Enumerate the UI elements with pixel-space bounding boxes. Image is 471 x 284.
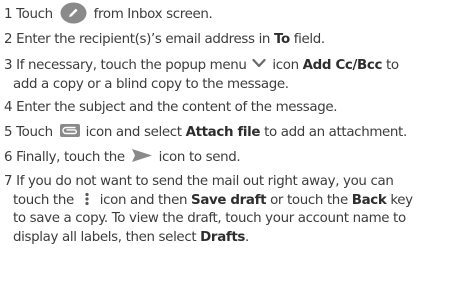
step-number: 1 — [4, 7, 13, 22]
step-4: 4 Enter the subject and the content of t… — [4, 99, 471, 118]
step-text: Touch — [16, 7, 53, 22]
step-number: 7 — [4, 173, 13, 189]
step-text: icon — [272, 57, 299, 73]
step-text: to save a copy. To view the draft, touch… — [13, 211, 406, 227]
step-number: 4 — [4, 100, 13, 116]
step-text: from Inbox screen. — [93, 7, 213, 22]
step-2: 2 Enter the recipient(s)’s email address… — [4, 31, 471, 50]
step-6: 6 Finally, touch the icon to send. — [4, 148, 471, 168]
step-text: If necessary, touch the popup menu — [16, 57, 247, 73]
chevron-down-icon — [252, 58, 267, 67]
step-text: If you do not want to send the mail out … — [16, 173, 394, 189]
step-text: icon and select — [85, 125, 182, 141]
step-text: Touch — [16, 125, 53, 141]
attachment-icon — [59, 124, 80, 138]
step-text: icon and then — [99, 192, 188, 208]
step-text: to add an attachment. — [264, 125, 407, 141]
instructions: 1 Touch from Inbox screen. 2 Enter the r… — [0, 0, 471, 284]
step-text: add a copy or a blind copy to the messag… — [13, 76, 289, 92]
step-text: touch the — [13, 192, 74, 208]
step-text: or touch the — [270, 192, 348, 208]
step-number: 6 — [4, 149, 13, 165]
step-text: . — [245, 230, 249, 246]
drafts-label: Drafts — [200, 230, 246, 246]
save-draft-label: Save draft — [191, 192, 267, 208]
step-text: Enter the subject and the content of the… — [16, 100, 338, 116]
step-text: Enter the recipient(s)’s email address i… — [16, 32, 271, 47]
back-key-label: Back — [351, 192, 387, 208]
step-text: icon to send. — [158, 149, 241, 165]
step-number: 3 — [4, 57, 13, 73]
step-5: 5 Touch icon and select Attach file to a… — [4, 123, 471, 143]
pencil-circle-icon — [60, 2, 87, 24]
add-cc-bcc-label: Add Cc/Bcc — [302, 57, 383, 73]
step-text: to — [386, 57, 399, 73]
step-number: 2 — [4, 32, 13, 47]
step-1: 1 Touch from Inbox screen. — [4, 2, 471, 24]
step-7: 7 If you do not want to send the mail ou… — [4, 173, 471, 248]
step-text: Finally, touch the — [16, 149, 125, 165]
step-number: 5 — [4, 125, 13, 141]
more-vertical-icon — [85, 192, 89, 205]
attach-file-label: Attach file — [185, 125, 261, 141]
send-arrow-icon — [131, 148, 152, 162]
step-text: field. — [293, 32, 325, 47]
step-3: 3 If necessary, touch the popup menu ico… — [4, 57, 471, 95]
step-text: display all labels, then select — [13, 230, 197, 246]
step-text: key — [390, 192, 413, 208]
to-field-label: To — [274, 32, 290, 47]
